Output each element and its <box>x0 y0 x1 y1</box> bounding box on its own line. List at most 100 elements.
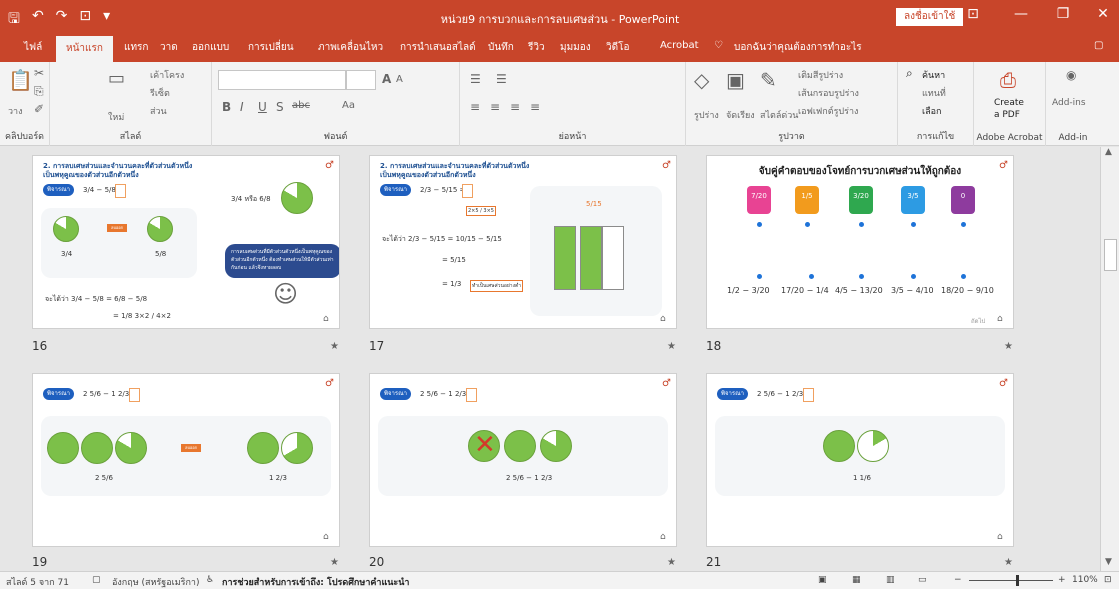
tab-draw[interactable]: วาด <box>160 40 178 55</box>
arrange-label[interactable]: จัดเรียง <box>726 108 755 122</box>
underline-button[interactable]: U <box>258 100 267 114</box>
slide-thumbnail-18[interactable]: จับคู่คำตอบของโจทย์การบวกเศษส่วนให้ถูกต้… <box>706 155 1014 329</box>
restore-button[interactable]: ❐ <box>1048 6 1078 22</box>
match-dot[interactable] <box>859 274 864 279</box>
paste-icon[interactable]: 📋 <box>8 68 33 92</box>
match-dot[interactable] <box>961 222 966 227</box>
slide-thumbnail-20[interactable]: พิจารณา 2 5/6 − 1 2/3 = ✕ 2 5/6 − 1 2/3 … <box>369 373 677 547</box>
next-label[interactable]: ถัดไป <box>971 316 985 326</box>
tab-design[interactable]: ออกแบบ <box>192 40 229 55</box>
create-pdf-label-2[interactable]: a PDF <box>994 110 1020 120</box>
slide-thumbnail-17[interactable]: 2. การลบเศษส่วนและจำนวนคละที่ตัวส่วนตัวห… <box>369 155 677 329</box>
arrange-icon[interactable]: ▣ <box>726 68 745 92</box>
layout-button[interactable]: เค้าโครง <box>150 68 184 82</box>
align-center-icon[interactable]: ≡ <box>490 100 500 114</box>
replace-button[interactable]: แทนที่ <box>922 86 946 100</box>
scroll-down-icon[interactable]: ▼ <box>1105 557 1112 567</box>
justify-icon[interactable]: ≡ <box>530 100 540 114</box>
create-pdf-icon[interactable]: ⎙ <box>1000 68 1016 92</box>
home-icon[interactable]: ⌂ <box>323 532 329 542</box>
tab-slideshow[interactable]: การนำเสนอสไลด์ <box>400 40 476 55</box>
tab-acrobat[interactable]: Acrobat <box>660 40 699 51</box>
tab-transitions[interactable]: การเปลี่ยน <box>248 40 294 55</box>
zoom-slider[interactable] <box>969 580 1053 581</box>
select-button[interactable]: เลือก <box>922 104 941 118</box>
reset-button[interactable]: รีเซ็ต <box>150 86 170 100</box>
redo-icon[interactable]: ↷ <box>56 8 68 32</box>
cut-icon[interactable]: ✂ <box>34 66 44 80</box>
match-dot[interactable] <box>805 222 810 227</box>
reading-view-icon[interactable]: ▥ <box>886 575 895 585</box>
customize-qat-icon[interactable]: ▾ <box>103 8 110 32</box>
tab-file[interactable]: ไฟล์ <box>24 40 42 55</box>
italic-button[interactable]: I <box>240 100 244 114</box>
language-indicator[interactable]: อังกฤษ (สหรัฐอเมริกา) <box>112 575 200 589</box>
scroll-thumb[interactable] <box>1104 239 1117 271</box>
align-right-icon[interactable]: ≡ <box>510 100 520 114</box>
shape-fill-button[interactable]: เติมสีรูปร่าง <box>798 68 843 82</box>
format-painter-icon[interactable]: ✐ <box>34 102 44 116</box>
bold-button[interactable]: B <box>222 100 231 114</box>
change-case-button[interactable]: Aa <box>342 100 355 111</box>
font-size-input[interactable] <box>346 70 376 90</box>
ribbon-display-icon[interactable]: ⊡ <box>958 6 988 22</box>
find-icon[interactable]: ⌕ <box>906 66 913 81</box>
align-left-icon[interactable]: ≡ <box>470 100 480 114</box>
match-dot[interactable] <box>809 274 814 279</box>
shapes-icon[interactable]: ◇ <box>694 68 709 92</box>
tab-record[interactable]: บันทึก <box>488 40 514 55</box>
match-dot[interactable] <box>911 274 916 279</box>
match-dot[interactable] <box>757 222 762 227</box>
tab-animations[interactable]: ภาพเคลื่อนไหว <box>318 40 383 55</box>
home-icon[interactable]: ⌂ <box>997 532 1003 542</box>
tab-view[interactable]: มุมมอง <box>560 40 591 55</box>
home-icon[interactable]: ⌂ <box>660 532 666 542</box>
tab-video[interactable]: วิดีโอ <box>606 40 630 55</box>
addins-button[interactable]: Add-ins <box>1052 98 1086 108</box>
home-icon[interactable]: ⌂ <box>997 314 1003 324</box>
zoom-slider-thumb[interactable] <box>1016 575 1019 586</box>
notes-icon[interactable]: ▢ <box>92 575 101 585</box>
close-button[interactable]: ✕ <box>1088 6 1118 22</box>
quick-styles-icon[interactable]: ✎ <box>760 68 777 92</box>
home-icon[interactable]: ⌂ <box>660 314 666 324</box>
shapes-label[interactable]: รูปร่าง <box>694 108 719 122</box>
vertical-scrollbar[interactable]: ▲ ▼ <box>1100 147 1119 571</box>
comments-icon[interactable]: ▢ <box>1094 40 1103 51</box>
tab-review[interactable]: รีวิว <box>528 40 545 55</box>
grow-font-icon[interactable]: A <box>382 72 391 86</box>
slide-thumbnail-21[interactable]: พิจารณา 2 5/6 − 1 2/3 = 1 1/6 ♂ ⌂ <box>706 373 1014 547</box>
section-button[interactable]: ส่วน <box>150 104 167 118</box>
zoom-in-button[interactable]: + <box>1058 575 1066 585</box>
slide-sorter[interactable]: 2. การลบเศษส่วนและจำนวนคละที่ตัวส่วนตัวห… <box>0 147 1100 571</box>
shape-effects-button[interactable]: เอฟเฟกต์รูปร่าง <box>798 104 858 118</box>
shadow-button[interactable]: S <box>276 100 284 114</box>
signin-button[interactable]: ลงชื่อเข้าใช้ <box>896 8 964 26</box>
match-dot[interactable] <box>757 274 762 279</box>
match-dot[interactable] <box>859 222 864 227</box>
minimize-button[interactable]: — <box>1006 6 1036 22</box>
tab-insert[interactable]: แทรก <box>124 40 148 55</box>
tell-me-search[interactable]: บอกฉันว่าคุณต้องการทำอะไร <box>734 40 862 55</box>
present-icon[interactable]: ⊡ <box>79 8 91 32</box>
new-slide-label[interactable]: ใหม่ <box>108 110 124 124</box>
match-dot[interactable] <box>961 274 966 279</box>
shrink-font-icon[interactable]: A <box>396 74 403 85</box>
addins-icon[interactable]: ◉ <box>1066 68 1076 82</box>
find-button[interactable]: ค้นหา <box>922 68 945 82</box>
zoom-level[interactable]: 110% <box>1072 575 1098 585</box>
bullets-icon[interactable]: ☰ <box>470 72 481 86</box>
font-name-input[interactable] <box>218 70 346 90</box>
slide-thumbnail-19[interactable]: พิจารณา 2 5/6 − 1 2/3 = ลบออก 2 5/6 1 2/… <box>32 373 340 547</box>
undo-icon[interactable]: ↶ <box>32 8 44 32</box>
zoom-out-button[interactable]: − <box>954 575 962 585</box>
strikethrough-button[interactable]: abc <box>292 100 310 111</box>
copy-icon[interactable]: ⎘ <box>34 84 44 99</box>
paste-label[interactable]: วาง <box>8 104 23 118</box>
scroll-up-icon[interactable]: ▲ <box>1105 147 1112 157</box>
match-dot[interactable] <box>911 222 916 227</box>
numbering-icon[interactable]: ☰ <box>496 72 507 86</box>
accessibility-status[interactable]: การช่วยสำหรับการเข้าถึง: โปรดศึกษาคำแนะน… <box>222 575 409 589</box>
home-icon[interactable]: ⌂ <box>323 314 329 324</box>
normal-view-icon[interactable]: ▣ <box>818 575 827 585</box>
